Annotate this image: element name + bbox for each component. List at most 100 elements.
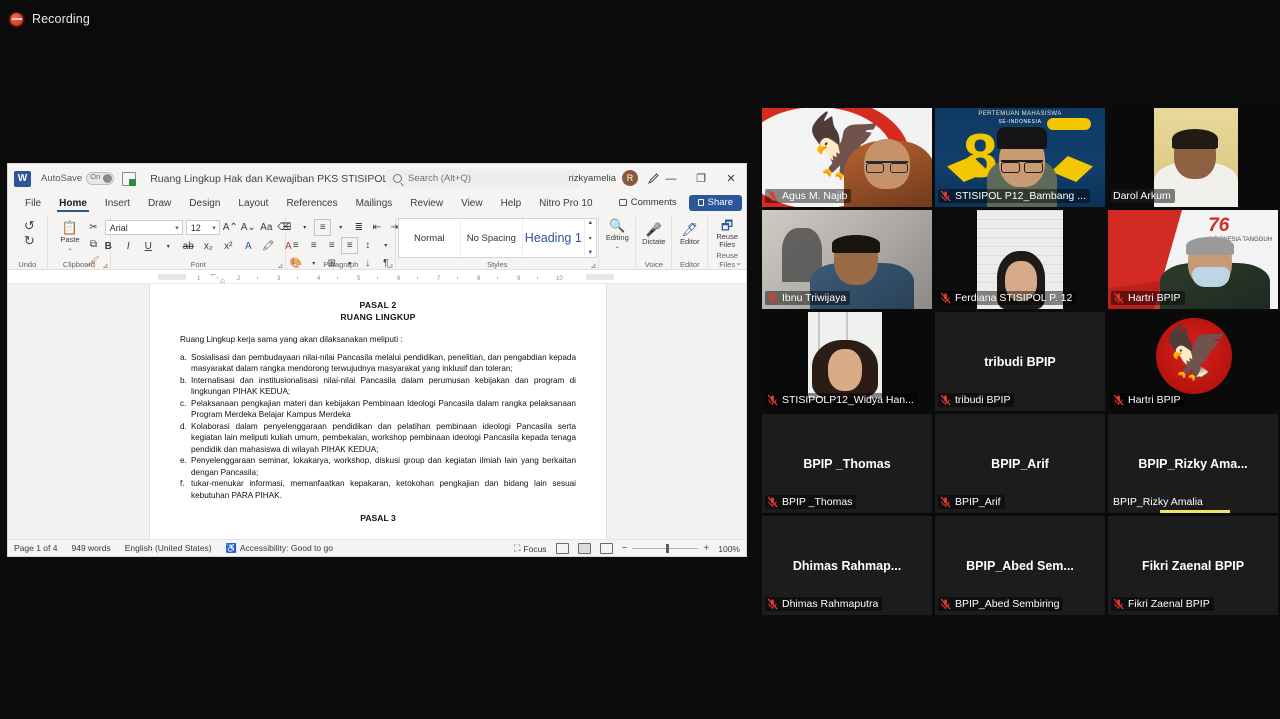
zoom-track[interactable] (632, 543, 699, 553)
minimize-button[interactable]: — (656, 164, 686, 193)
italic-button[interactable]: I (121, 239, 136, 254)
bullets-chevron-down-icon[interactable]: ▾ (297, 220, 312, 235)
styles-dialog-launcher[interactable]: ⊿ (590, 262, 596, 270)
zoom-thumb[interactable] (666, 543, 670, 553)
tab-draw[interactable]: Draw (139, 193, 180, 214)
style-heading-1[interactable]: Heading 1 (523, 219, 585, 257)
line-spacing-chevron-down-icon[interactable]: ▾ (378, 238, 393, 253)
comments-button[interactable]: Comments (612, 194, 684, 211)
document-canvas[interactable]: PASAL 2 RUANG LINGKUP Ruang Lingkup kerj… (8, 284, 746, 539)
align-right-icon[interactable]: ≡ (324, 238, 339, 253)
video-tile[interactable]: Dhimas Rahmap... Dhimas Rahmaputra (762, 516, 932, 615)
status-word-count[interactable]: 949 words (71, 543, 110, 553)
grow-font-icon[interactable]: A⌃ (223, 220, 238, 235)
underline-chevron-down-icon[interactable]: ▾ (161, 239, 176, 254)
text-highlight-icon[interactable]: 🖍 (261, 239, 276, 254)
change-case-icon[interactable]: Aa (259, 220, 274, 235)
web-layout-button[interactable] (599, 543, 613, 554)
video-tile[interactable]: tribudi BPIP tribudi BPIP (935, 312, 1105, 411)
tab-references[interactable]: References (277, 193, 346, 214)
video-tile[interactable]: BPIP_Abed Sem... BPIP_Abed Sembiring (935, 516, 1105, 615)
text-effects-icon[interactable]: A (241, 239, 256, 254)
underline-button[interactable]: U (141, 239, 156, 254)
decrease-indent-icon[interactable]: ⇤ (369, 220, 384, 235)
read-mode-button[interactable] (555, 543, 569, 554)
justify-icon[interactable]: ≡ (341, 237, 359, 254)
ribbon-collapse-chevron-icon[interactable]: ⌄ (735, 258, 742, 267)
style-no-spacing[interactable]: No Spacing (461, 219, 523, 257)
first-line-indent-marker[interactable]: ⌐ (211, 270, 216, 279)
autosave-toggle[interactable]: AutoSave On (41, 172, 115, 185)
tab-file[interactable]: File (16, 193, 50, 214)
editor-button[interactable]: 🖊 Editor (677, 217, 703, 251)
video-tile[interactable]: 🦅 Agus M. Najib (762, 108, 932, 207)
video-tile[interactable]: BPIP _Thomas BPIP _Thomas (762, 414, 932, 513)
style-normal[interactable]: Normal (399, 219, 461, 257)
font-name-select[interactable]: Arial ▾ (104, 220, 183, 235)
video-tile[interactable]: STISIPOLP12_Widya Han... (762, 312, 932, 411)
paste-chevron-down-icon[interactable]: ⌄ (67, 245, 72, 252)
account-button[interactable]: rizkyamelia R (568, 170, 638, 186)
numbering-chevron-down-icon[interactable]: ▾ (333, 220, 348, 235)
tab-home[interactable]: Home (50, 193, 96, 214)
tab-design[interactable]: Design (180, 193, 229, 214)
style-scroll-more-icon[interactable]: ▾ (589, 235, 592, 242)
share-button[interactable]: Share (688, 194, 742, 211)
tab-review[interactable]: Review (401, 193, 452, 214)
bullets-icon[interactable]: ☰ (279, 220, 294, 235)
shrink-font-icon[interactable]: A⌄ (241, 220, 256, 235)
style-scroll-down-icon[interactable]: ▼ (587, 250, 593, 256)
paragraph-dialog-launcher[interactable]: ⊿ (387, 262, 393, 270)
status-accessibility[interactable]: ♿ Accessibility: Good to go (226, 543, 333, 554)
video-tile[interactable]: PERTEMUAN MAHASISWA SE-INDONESIA 8 STISI… (935, 108, 1105, 207)
ruler[interactable]: 1 2 3 4 5 6 7 8 9 10 ⌐ ⌂ (8, 270, 746, 284)
focus-button[interactable]: ⛶ Focus (514, 543, 546, 554)
video-tile[interactable]: BPIP_Arif BPIP_Arif (935, 414, 1105, 513)
search-input[interactable]: Search (Alt+Q) (386, 169, 579, 188)
style-gallery-scroll[interactable]: ▲ ▾ ▼ (585, 219, 596, 257)
restore-button[interactable]: ❐ (686, 164, 716, 193)
dictate-button[interactable]: 🎤 Dictate (641, 217, 667, 251)
undo-icon[interactable]: ↺ (24, 219, 35, 232)
video-tile[interactable]: Fikri Zaenal BPIP Fikri Zaenal BPIP (1108, 516, 1278, 615)
cut-icon[interactable]: ✂ (86, 220, 101, 235)
multilevel-list-icon[interactable]: ≣ (351, 220, 366, 235)
video-tile[interactable]: 76 INDONESIA TANGGUH Hartri BPIP (1108, 210, 1278, 309)
clipboard-dialog-launcher[interactable]: ⊿ (102, 262, 108, 270)
subscript-button[interactable]: x₂ (201, 239, 216, 254)
status-language[interactable]: English (United States) (125, 543, 212, 553)
tab-mailings[interactable]: Mailings (347, 193, 402, 214)
strikethrough-button[interactable]: ab (181, 239, 196, 254)
video-tile-active-speaker[interactable]: Darol Arkum (1108, 108, 1278, 207)
zoom-out-button[interactable]: − (622, 543, 628, 554)
tab-view[interactable]: View (452, 193, 492, 214)
copy-icon[interactable]: ⧉ (86, 237, 101, 252)
autosave-switch[interactable]: On (86, 172, 115, 185)
tab-help[interactable]: Help (492, 193, 531, 214)
tab-nitro-pro[interactable]: Nitro Pro 10 (530, 193, 601, 214)
numbering-icon[interactable]: ≡ (314, 219, 332, 236)
bold-button[interactable]: B (101, 239, 116, 254)
hanging-indent-marker[interactable]: ⌂ (220, 276, 225, 283)
video-tile[interactable]: Ibnu Triwijaya (762, 210, 932, 309)
video-tile[interactable]: Ferdiana STISIPOL P. 12 (935, 210, 1105, 309)
font-size-select[interactable]: 12 ▾ (185, 220, 220, 235)
paste-button[interactable]: 📋 Paste ⌄ (57, 219, 83, 253)
line-spacing-icon[interactable]: ↕ (360, 238, 375, 253)
document-page[interactable]: PASAL 2 RUANG LINGKUP Ruang Lingkup kerj… (150, 284, 606, 539)
reuse-files-button[interactable]: 🗗 Reuse Files (714, 217, 740, 251)
tab-insert[interactable]: Insert (96, 193, 139, 214)
status-page[interactable]: Page 1 of 4 (14, 543, 57, 553)
font-dialog-launcher[interactable]: ⊿ (277, 262, 283, 270)
redo-icon[interactable]: ↻ (24, 234, 35, 247)
tab-layout[interactable]: Layout (229, 193, 277, 214)
zoom-in-button[interactable]: + (703, 543, 709, 554)
editing-button[interactable]: 🔍 Editing ⌄ (604, 217, 630, 251)
align-left-icon[interactable]: ≡ (288, 238, 303, 253)
close-button[interactable]: ✕ (716, 164, 746, 193)
editing-chevron-down-icon[interactable]: ⌄ (615, 243, 620, 250)
video-tile[interactable]: BPIP_Rizky Ama... BPIP_Rizky Amalia (1108, 414, 1278, 513)
zoom-level-label[interactable]: 100% (718, 544, 740, 554)
print-layout-button[interactable] (577, 543, 591, 554)
align-center-icon[interactable]: ≡ (306, 238, 321, 253)
